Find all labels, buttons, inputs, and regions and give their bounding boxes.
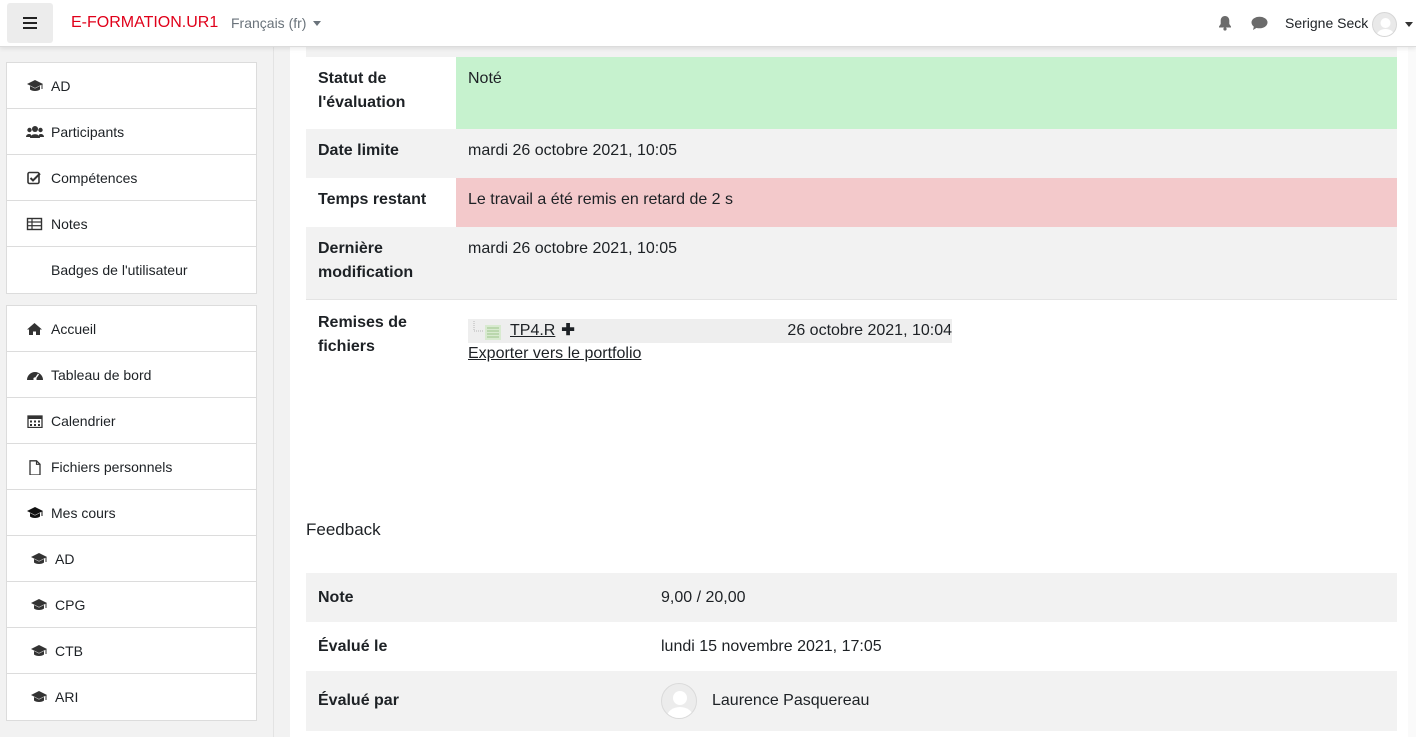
- sidebar-item-label: Participants: [51, 123, 125, 140]
- sidebar-item-mes-cours[interactable]: Mes cours: [7, 490, 256, 536]
- sidebar-item-label: Mes cours: [51, 504, 116, 521]
- sidebar-item-label: Notes: [51, 215, 88, 232]
- sidebar-item-label: Compétences: [51, 169, 138, 186]
- sidebar-item-label: ARI: [55, 689, 79, 705]
- scrollbar[interactable]: [1408, 47, 1416, 737]
- time-remaining-value: Le travail a été remis en retard de 2 s: [456, 178, 1397, 227]
- avatar[interactable]: [661, 683, 697, 719]
- grader-name[interactable]: Laurence Pasquereau: [712, 692, 869, 710]
- sidebar-item-fichiers-personnels[interactable]: Fichiers personnels: [7, 444, 256, 490]
- sidebar-item-label: Fichiers personnels: [51, 458, 173, 475]
- sidebar-item-accueil[interactable]: Accueil: [7, 306, 256, 352]
- last-modified-row: Dernière modification mardi 26 octobre 2…: [306, 227, 1397, 300]
- table-row-top-edge: [306, 47, 1397, 57]
- time-remaining-label: Temps restant: [318, 191, 427, 208]
- file-submissions-label: Remises de fichiers: [318, 314, 407, 355]
- grade-row: Note 9,00 / 20,00: [306, 573, 1397, 622]
- graduation-cap-icon: [26, 506, 44, 520]
- dashboard-icon: [26, 368, 44, 382]
- sidebar-item-competences[interactable]: Compétences: [7, 155, 256, 201]
- chevron-down-icon: [313, 20, 322, 26]
- grade-value: 9,00 / 20,00: [661, 588, 746, 606]
- home-icon: [26, 322, 44, 336]
- status-value: Noté: [456, 57, 1397, 129]
- top-navbar: E-FORMATION.UR1 Français (fr) Serigne Se…: [0, 0, 1416, 47]
- graded-on-row: Évalué le lundi 15 novembre 2021, 17:05: [306, 622, 1397, 671]
- due-date-row: Date limite mardi 26 octobre 2021, 10:05: [306, 129, 1397, 178]
- graded-by-row: Évalué par Laurence Pasquereau: [306, 671, 1397, 731]
- sidebar-item-course-ad[interactable]: AD: [7, 536, 256, 582]
- graded-on-value: lundi 15 novembre 2021, 17:05: [661, 637, 882, 655]
- feedback-heading: Feedback: [306, 520, 381, 539]
- file-entry: TP4.R ✚ 26 octobre 2021, 10:04: [468, 319, 952, 343]
- sidebar-item-label: AD: [55, 550, 75, 567]
- sidebar-item-notes[interactable]: Notes: [7, 201, 256, 247]
- menu-toggle-button[interactable]: [7, 3, 53, 43]
- sidebar-item-course-ctb[interactable]: CTB: [7, 628, 256, 674]
- sidebar-item-label: Tableau de bord: [51, 366, 152, 383]
- file-date: 26 octobre 2021, 10:04: [787, 322, 952, 339]
- calendar-icon: [26, 414, 44, 428]
- user-menu-chevron-icon[interactable]: [1405, 22, 1413, 27]
- grade-label: Note: [318, 588, 354, 606]
- table-icon: [26, 217, 44, 231]
- sidebar-item-course-cpg[interactable]: CPG: [7, 582, 256, 628]
- sidebar-item-badges[interactable]: Badges de l'utilisateur: [7, 247, 256, 293]
- due-date-label: Date limite: [318, 142, 399, 159]
- submission-status-row: Statut de l'évaluation Noté: [306, 57, 1397, 129]
- file-link[interactable]: TP4.R: [510, 319, 555, 343]
- users-icon: [26, 125, 44, 139]
- graduation-cap-icon: [30, 598, 48, 612]
- graduation-cap-icon: [30, 690, 48, 704]
- menu-icon: [23, 17, 37, 29]
- graded-on-label: Évalué le: [318, 637, 388, 655]
- course-nav-block: AD Participants Compétences Notes Badges…: [6, 62, 257, 294]
- sidebar-item-label: AD: [51, 77, 71, 94]
- avatar-icon[interactable]: [1372, 12, 1397, 37]
- plus-icon[interactable]: ✚: [561, 319, 574, 343]
- sidebar-item-calendrier[interactable]: Calendrier: [7, 398, 256, 444]
- graduation-cap-icon: [26, 79, 44, 93]
- file-tree-icon: [473, 321, 501, 340]
- file-submissions-row: Remises de fichiers TP4.R ✚ 26 octobre 2…: [306, 301, 1397, 451]
- graduation-cap-icon: [30, 644, 48, 658]
- sidebar-item-participants[interactable]: Participants: [7, 109, 256, 155]
- bell-icon[interactable]: [1217, 15, 1233, 31]
- site-nav-block: Accueil Tableau de bord Calendrier Fichi…: [6, 305, 257, 721]
- file-icon: [26, 459, 44, 475]
- user-name[interactable]: Serigne Seck: [1285, 15, 1368, 31]
- file-submissions-cell: TP4.R ✚ 26 octobre 2021, 10:04 Exporter …: [456, 301, 1397, 451]
- sidebar-item-label: Calendrier: [51, 412, 116, 429]
- language-label: Français (fr): [231, 15, 307, 31]
- last-modified-label: Dernière modification: [318, 240, 414, 281]
- graduation-cap-icon: [30, 552, 48, 566]
- last-modified-value: mardi 26 octobre 2021, 10:05: [468, 240, 678, 257]
- chat-icon[interactable]: [1251, 16, 1268, 31]
- sidebar-item-label: CPG: [55, 596, 86, 613]
- time-remaining-row: Temps restant Le travail a été remis en …: [306, 178, 1397, 227]
- sidebar-item-label: Accueil: [51, 320, 97, 337]
- graded-by-label: Évalué par: [318, 692, 399, 709]
- sidebar-item-tableau-de-bord[interactable]: Tableau de bord: [7, 352, 256, 398]
- sidebar: AD Participants Compétences Notes Badges…: [0, 47, 274, 737]
- export-portfolio-link[interactable]: Exporter vers le portfolio: [468, 342, 1385, 366]
- sidebar-item-ad[interactable]: AD: [7, 63, 256, 109]
- main-content: Statut de l'évaluation Noté Date limite …: [290, 47, 1416, 737]
- status-label: Statut de l'évaluation: [306, 57, 456, 129]
- sidebar-item-course-ari[interactable]: ARI: [7, 674, 256, 720]
- due-date-value: mardi 26 octobre 2021, 10:05: [468, 142, 678, 159]
- sidebar-item-label: CTB: [55, 642, 83, 659]
- sidebar-item-label: Badges de l'utilisateur: [51, 262, 188, 278]
- checkbox-icon: [26, 171, 44, 185]
- language-selector[interactable]: Français (fr): [231, 15, 322, 31]
- site-brand-link[interactable]: E-FORMATION.UR1: [71, 14, 218, 32]
